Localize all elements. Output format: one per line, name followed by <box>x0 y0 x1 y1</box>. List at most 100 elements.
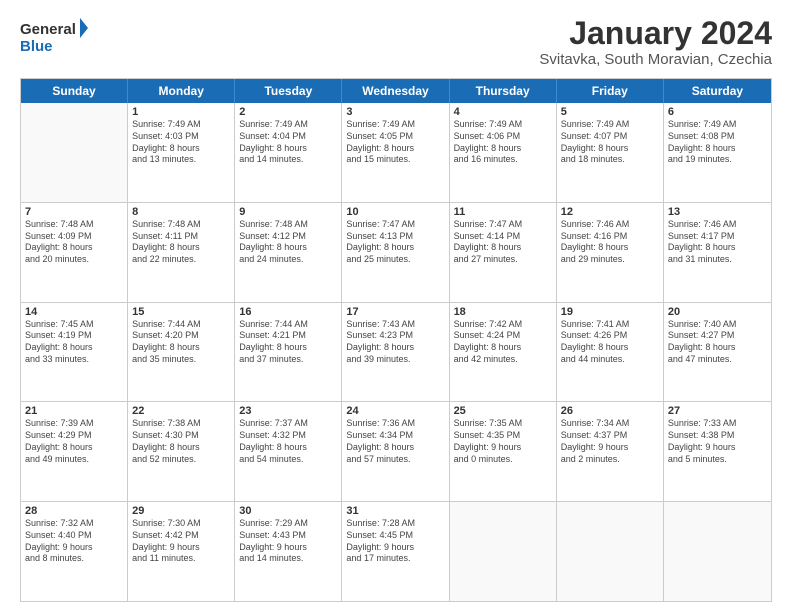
cell-info: Sunrise: 7:39 AM Sunset: 4:29 PM Dayligh… <box>25 418 123 465</box>
cal-cell: 22Sunrise: 7:38 AM Sunset: 4:30 PM Dayli… <box>128 402 235 501</box>
main-title: January 2024 <box>539 16 772 51</box>
cell-info: Sunrise: 7:47 AM Sunset: 4:14 PM Dayligh… <box>454 219 552 266</box>
cell-info: Sunrise: 7:33 AM Sunset: 4:38 PM Dayligh… <box>668 418 767 465</box>
cal-cell: 23Sunrise: 7:37 AM Sunset: 4:32 PM Dayli… <box>235 402 342 501</box>
cal-cell: 3Sunrise: 7:49 AM Sunset: 4:05 PM Daylig… <box>342 103 449 202</box>
cal-cell: 15Sunrise: 7:44 AM Sunset: 4:20 PM Dayli… <box>128 303 235 402</box>
cell-info: Sunrise: 7:46 AM Sunset: 4:17 PM Dayligh… <box>668 219 767 266</box>
cal-cell: 27Sunrise: 7:33 AM Sunset: 4:38 PM Dayli… <box>664 402 771 501</box>
cal-cell: 2Sunrise: 7:49 AM Sunset: 4:04 PM Daylig… <box>235 103 342 202</box>
day-number: 10 <box>346 206 444 218</box>
cell-info: Sunrise: 7:38 AM Sunset: 4:30 PM Dayligh… <box>132 418 230 465</box>
day-number: 12 <box>561 206 659 218</box>
cal-cell <box>21 103 128 202</box>
cal-cell: 26Sunrise: 7:34 AM Sunset: 4:37 PM Dayli… <box>557 402 664 501</box>
day-number: 5 <box>561 106 659 118</box>
week-row-3: 21Sunrise: 7:39 AM Sunset: 4:29 PM Dayli… <box>21 402 771 502</box>
header-day-saturday: Saturday <box>664 79 771 103</box>
cal-cell: 19Sunrise: 7:41 AM Sunset: 4:26 PM Dayli… <box>557 303 664 402</box>
day-number: 18 <box>454 306 552 318</box>
cal-cell: 24Sunrise: 7:36 AM Sunset: 4:34 PM Dayli… <box>342 402 449 501</box>
cal-cell <box>664 502 771 601</box>
day-number: 31 <box>346 505 444 517</box>
cell-info: Sunrise: 7:42 AM Sunset: 4:24 PM Dayligh… <box>454 319 552 366</box>
day-number: 8 <box>132 206 230 218</box>
cal-cell: 16Sunrise: 7:44 AM Sunset: 4:21 PM Dayli… <box>235 303 342 402</box>
subtitle: Svitavka, South Moravian, Czechia <box>539 51 772 68</box>
header-day-sunday: Sunday <box>21 79 128 103</box>
cal-cell: 14Sunrise: 7:45 AM Sunset: 4:19 PM Dayli… <box>21 303 128 402</box>
cal-cell: 13Sunrise: 7:46 AM Sunset: 4:17 PM Dayli… <box>664 203 771 302</box>
header-day-friday: Friday <box>557 79 664 103</box>
cell-info: Sunrise: 7:37 AM Sunset: 4:32 PM Dayligh… <box>239 418 337 465</box>
cal-cell: 21Sunrise: 7:39 AM Sunset: 4:29 PM Dayli… <box>21 402 128 501</box>
cell-info: Sunrise: 7:30 AM Sunset: 4:42 PM Dayligh… <box>132 518 230 565</box>
day-number: 11 <box>454 206 552 218</box>
day-number: 25 <box>454 405 552 417</box>
header-day-monday: Monday <box>128 79 235 103</box>
cal-cell: 30Sunrise: 7:29 AM Sunset: 4:43 PM Dayli… <box>235 502 342 601</box>
day-number: 24 <box>346 405 444 417</box>
day-number: 22 <box>132 405 230 417</box>
title-block: January 2024 Svitavka, South Moravian, C… <box>539 16 772 68</box>
cell-info: Sunrise: 7:36 AM Sunset: 4:34 PM Dayligh… <box>346 418 444 465</box>
cal-cell: 6Sunrise: 7:49 AM Sunset: 4:08 PM Daylig… <box>664 103 771 202</box>
cell-info: Sunrise: 7:43 AM Sunset: 4:23 PM Dayligh… <box>346 319 444 366</box>
cell-info: Sunrise: 7:48 AM Sunset: 4:12 PM Dayligh… <box>239 219 337 266</box>
cal-cell: 9Sunrise: 7:48 AM Sunset: 4:12 PM Daylig… <box>235 203 342 302</box>
cal-cell: 5Sunrise: 7:49 AM Sunset: 4:07 PM Daylig… <box>557 103 664 202</box>
cal-cell <box>557 502 664 601</box>
day-number: 9 <box>239 206 337 218</box>
page: General Blue January 2024 Svitavka, Sout… <box>0 0 792 612</box>
day-number: 4 <box>454 106 552 118</box>
cell-info: Sunrise: 7:49 AM Sunset: 4:05 PM Dayligh… <box>346 119 444 166</box>
day-number: 29 <box>132 505 230 517</box>
cal-cell: 28Sunrise: 7:32 AM Sunset: 4:40 PM Dayli… <box>21 502 128 601</box>
day-number: 1 <box>132 106 230 118</box>
day-number: 20 <box>668 306 767 318</box>
calendar-body: 1Sunrise: 7:49 AM Sunset: 4:03 PM Daylig… <box>21 103 771 601</box>
cal-cell: 20Sunrise: 7:40 AM Sunset: 4:27 PM Dayli… <box>664 303 771 402</box>
cell-info: Sunrise: 7:28 AM Sunset: 4:45 PM Dayligh… <box>346 518 444 565</box>
svg-text:General: General <box>20 21 76 38</box>
cell-info: Sunrise: 7:41 AM Sunset: 4:26 PM Dayligh… <box>561 319 659 366</box>
header-day-thursday: Thursday <box>450 79 557 103</box>
day-number: 30 <box>239 505 337 517</box>
week-row-1: 7Sunrise: 7:48 AM Sunset: 4:09 PM Daylig… <box>21 203 771 303</box>
cell-info: Sunrise: 7:49 AM Sunset: 4:06 PM Dayligh… <box>454 119 552 166</box>
cell-info: Sunrise: 7:48 AM Sunset: 4:09 PM Dayligh… <box>25 219 123 266</box>
day-number: 28 <box>25 505 123 517</box>
day-number: 6 <box>668 106 767 118</box>
cal-cell: 29Sunrise: 7:30 AM Sunset: 4:42 PM Dayli… <box>128 502 235 601</box>
day-number: 7 <box>25 206 123 218</box>
cell-info: Sunrise: 7:40 AM Sunset: 4:27 PM Dayligh… <box>668 319 767 366</box>
logo-svg: General Blue <box>20 16 90 60</box>
day-number: 2 <box>239 106 337 118</box>
day-number: 14 <box>25 306 123 318</box>
week-row-4: 28Sunrise: 7:32 AM Sunset: 4:40 PM Dayli… <box>21 502 771 601</box>
day-number: 16 <box>239 306 337 318</box>
day-number: 26 <box>561 405 659 417</box>
cell-info: Sunrise: 7:45 AM Sunset: 4:19 PM Dayligh… <box>25 319 123 366</box>
cal-cell: 8Sunrise: 7:48 AM Sunset: 4:11 PM Daylig… <box>128 203 235 302</box>
cal-cell: 31Sunrise: 7:28 AM Sunset: 4:45 PM Dayli… <box>342 502 449 601</box>
cal-cell: 10Sunrise: 7:47 AM Sunset: 4:13 PM Dayli… <box>342 203 449 302</box>
cell-info: Sunrise: 7:48 AM Sunset: 4:11 PM Dayligh… <box>132 219 230 266</box>
day-number: 23 <box>239 405 337 417</box>
cell-info: Sunrise: 7:49 AM Sunset: 4:08 PM Dayligh… <box>668 119 767 166</box>
cal-cell: 25Sunrise: 7:35 AM Sunset: 4:35 PM Dayli… <box>450 402 557 501</box>
day-number: 15 <box>132 306 230 318</box>
cal-cell: 7Sunrise: 7:48 AM Sunset: 4:09 PM Daylig… <box>21 203 128 302</box>
cell-info: Sunrise: 7:49 AM Sunset: 4:03 PM Dayligh… <box>132 119 230 166</box>
cal-cell: 18Sunrise: 7:42 AM Sunset: 4:24 PM Dayli… <box>450 303 557 402</box>
header: General Blue January 2024 Svitavka, Sout… <box>20 16 772 68</box>
cal-cell: 17Sunrise: 7:43 AM Sunset: 4:23 PM Dayli… <box>342 303 449 402</box>
svg-text:Blue: Blue <box>20 38 53 55</box>
cell-info: Sunrise: 7:49 AM Sunset: 4:04 PM Dayligh… <box>239 119 337 166</box>
day-number: 13 <box>668 206 767 218</box>
week-row-0: 1Sunrise: 7:49 AM Sunset: 4:03 PM Daylig… <box>21 103 771 203</box>
cell-info: Sunrise: 7:44 AM Sunset: 4:20 PM Dayligh… <box>132 319 230 366</box>
header-day-wednesday: Wednesday <box>342 79 449 103</box>
cell-info: Sunrise: 7:32 AM Sunset: 4:40 PM Dayligh… <box>25 518 123 565</box>
cal-cell: 4Sunrise: 7:49 AM Sunset: 4:06 PM Daylig… <box>450 103 557 202</box>
